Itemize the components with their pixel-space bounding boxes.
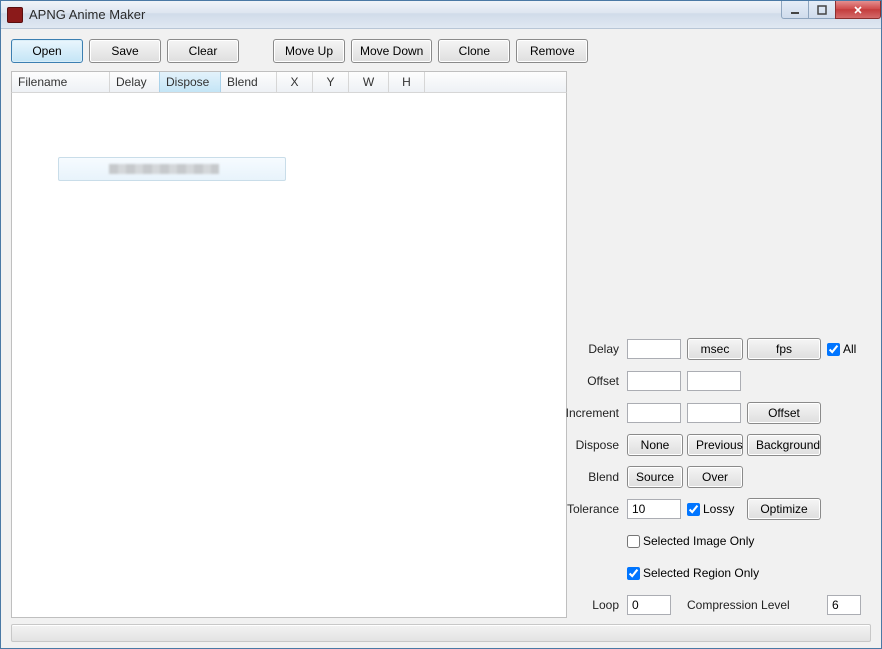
selected-image-only-checkbox[interactable] xyxy=(627,535,640,548)
clone-button[interactable]: Clone xyxy=(438,39,510,63)
delay-input[interactable] xyxy=(627,339,681,359)
selected-image-only-wrap[interactable]: Selected Image Only xyxy=(627,532,863,550)
offset-label: Offset xyxy=(565,374,621,388)
loop-input[interactable] xyxy=(627,595,671,615)
frames-list-header: Filename Delay Dispose Blend X Y W H xyxy=(11,71,567,93)
title-bar[interactable]: APNG Anime Maker xyxy=(1,1,881,29)
selected-region-only-checkbox[interactable] xyxy=(627,567,640,580)
move-up-button[interactable]: Move Up xyxy=(273,39,345,63)
compression-level-input[interactable] xyxy=(827,595,861,615)
app-icon xyxy=(7,7,23,23)
maximize-button[interactable] xyxy=(808,1,836,19)
increment-y-input[interactable] xyxy=(687,403,741,423)
dispose-label: Dispose xyxy=(565,438,621,452)
lossy-checkbox-wrap[interactable]: Lossy xyxy=(687,502,741,516)
column-blend[interactable]: Blend xyxy=(221,72,277,92)
column-x[interactable]: X xyxy=(277,72,313,92)
status-bar xyxy=(11,624,871,642)
selected-image-only-label: Selected Image Only xyxy=(643,534,754,548)
blend-label: Blend xyxy=(565,470,621,484)
open-button[interactable]: Open xyxy=(11,39,83,63)
frames-list-body[interactable] xyxy=(11,93,567,618)
delay-label: Delay xyxy=(565,342,621,356)
blend-source-button[interactable]: Source xyxy=(627,466,683,488)
minimize-button[interactable] xyxy=(781,1,809,19)
loop-label: Loop xyxy=(565,598,621,612)
remove-button[interactable]: Remove xyxy=(516,39,588,63)
clear-button[interactable]: Clear xyxy=(167,39,239,63)
window-title: APNG Anime Maker xyxy=(29,7,782,22)
increment-x-input[interactable] xyxy=(627,403,681,423)
compression-level-label: Compression Level xyxy=(687,598,821,612)
side-panel: Delay msec fps All Offset Increment xyxy=(567,71,871,618)
move-down-button[interactable]: Move Down xyxy=(351,39,432,63)
all-label: All xyxy=(843,342,856,356)
selected-region-only-label: Selected Region Only xyxy=(643,566,759,580)
dispose-background-button[interactable]: Background xyxy=(747,434,821,456)
offset-y-input[interactable] xyxy=(687,371,741,391)
tolerance-input[interactable] xyxy=(627,499,681,519)
app-window: APNG Anime Maker Open Save Clear Move Up… xyxy=(0,0,882,649)
column-delay[interactable]: Delay xyxy=(110,72,160,92)
column-h[interactable]: H xyxy=(389,72,425,92)
frames-list: Filename Delay Dispose Blend X Y W H xyxy=(11,71,567,618)
column-spacer xyxy=(425,72,566,92)
save-button[interactable]: Save xyxy=(89,39,161,63)
blend-over-button[interactable]: Over xyxy=(687,466,743,488)
close-button[interactable] xyxy=(835,1,881,19)
column-filename[interactable]: Filename xyxy=(12,72,110,92)
offset-button[interactable]: Offset xyxy=(747,402,821,424)
selected-region-only-wrap[interactable]: Selected Region Only xyxy=(627,564,863,582)
fps-button[interactable]: fps xyxy=(747,338,821,360)
column-dispose[interactable]: Dispose xyxy=(159,72,221,92)
msec-button[interactable]: msec xyxy=(687,338,743,360)
increment-label: Increment xyxy=(565,406,621,420)
dispose-none-button[interactable]: None xyxy=(627,434,683,456)
lossy-label: Lossy xyxy=(703,502,734,516)
column-w[interactable]: W xyxy=(349,72,389,92)
client-area: Open Save Clear Move Up Move Down Clone … xyxy=(1,29,881,648)
offset-x-input[interactable] xyxy=(627,371,681,391)
dispose-previous-button[interactable]: Previous xyxy=(687,434,743,456)
all-checkbox[interactable] xyxy=(827,343,840,356)
lossy-checkbox[interactable] xyxy=(687,503,700,516)
tolerance-label: Tolerance xyxy=(565,502,621,516)
optimize-button[interactable]: Optimize xyxy=(747,498,821,520)
all-checkbox-wrap[interactable]: All xyxy=(827,342,863,356)
list-item[interactable] xyxy=(58,157,286,181)
toolbar: Open Save Clear Move Up Move Down Clone … xyxy=(11,39,871,63)
column-y[interactable]: Y xyxy=(313,72,349,92)
